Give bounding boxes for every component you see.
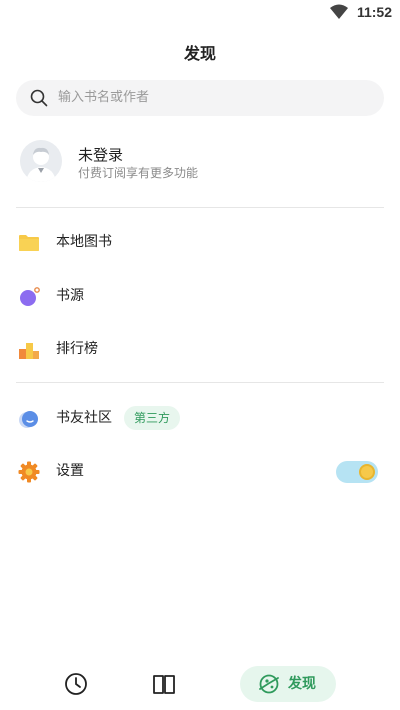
toggle-knob [359,464,375,480]
status-time: 11:52 [356,4,392,20]
default-avatar-icon [20,140,62,182]
menu-label: 排行榜 [56,341,98,357]
search-input[interactable]: 输入书名或作者 [58,80,149,116]
third-party-badge: 第三方 [124,406,181,430]
menu-label: 本地图书 [56,234,112,250]
book-open-icon [153,675,175,694]
account-row[interactable]: 未登录 付费订阅享有更多功能 [16,138,384,188]
gear-icon [18,461,40,483]
search-bar[interactable]: 输入书名或作者 [16,80,384,116]
menu-item-ranking[interactable]: 排行榜 [16,329,384,369]
page-title: 发现 [183,44,216,63]
menu-label: 书友社区 [56,410,112,426]
theme-toggle[interactable] [336,461,378,483]
nav-history-button[interactable] [58,666,94,702]
account-name: 未登录 [78,146,124,164]
nav-bookshelf-button[interactable] [146,666,182,702]
nav-discover-button[interactable]: 发现 [240,666,336,702]
chat-bubble-icon [19,411,38,428]
clock-icon [65,673,87,695]
search-icon [30,89,48,107]
ranking-icon [19,343,39,359]
menu-item-local-books[interactable]: 本地图书 [16,222,384,262]
folder-icon [19,235,39,251]
avatar[interactable] [20,140,62,182]
menu-label: 书源 [56,288,84,304]
planet-icon [259,674,279,694]
divider [16,207,384,208]
source-icon [20,287,40,306]
menu-label: 设置 [56,463,84,479]
status-bar: 11:52 [0,0,400,26]
menu-item-sources[interactable]: 书源 [16,276,384,316]
wifi-icon [330,4,348,19]
nav-discover-label: 发现 [288,676,316,692]
divider [16,382,384,383]
account-subtitle: 付费订阅享有更多功能 [78,166,199,180]
menu-item-settings[interactable]: 设置 [16,451,384,491]
bottom-nav: 发现 [0,662,400,706]
menu-item-community[interactable]: 书友社区 第三方 [16,398,384,438]
